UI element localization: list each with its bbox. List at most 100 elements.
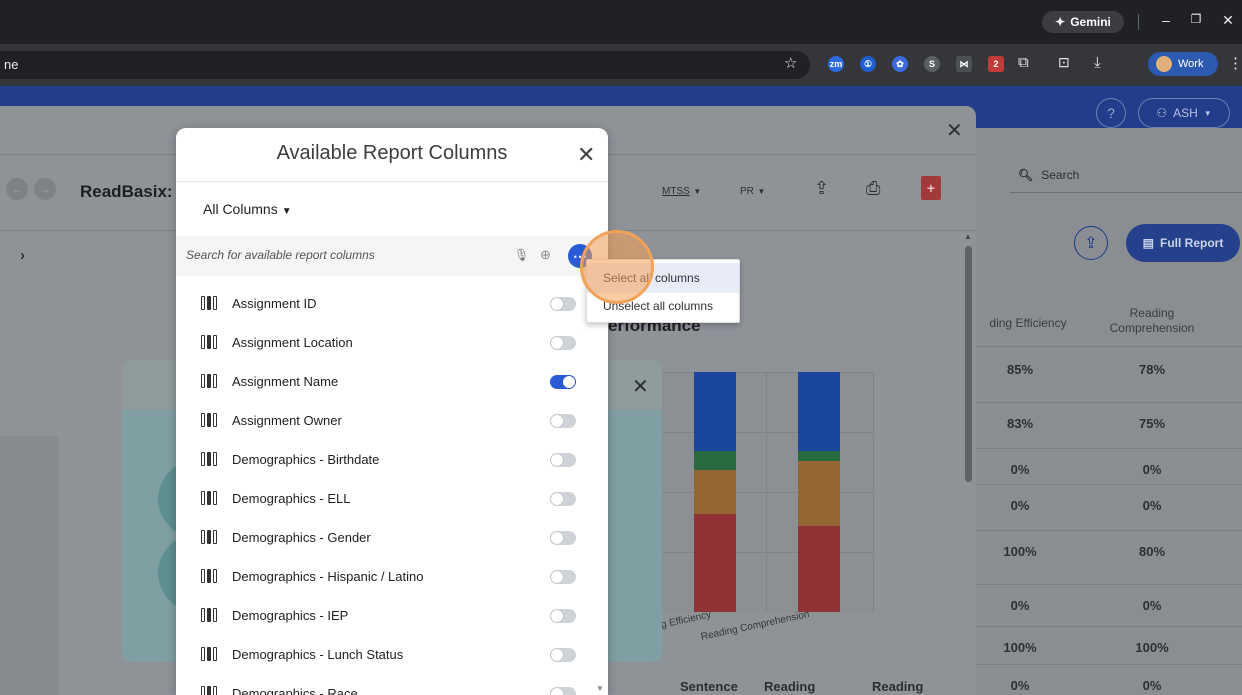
user-menu[interactable]: ⚇ ASH ▼ <box>1138 98 1230 128</box>
full-report-button[interactable]: ▤ Full Report <box>1126 224 1240 262</box>
bookmark-star-icon[interactable]: ☆ <box>784 54 797 72</box>
list-item[interactable]: Demographics - Gender <box>176 518 596 557</box>
download-icon[interactable]: ⤓ <box>1094 54 1101 71</box>
table-divider <box>976 530 1242 531</box>
column-header-comprehension: Reading Comprehension <box>1109 306 1195 335</box>
close-icon[interactable]: ✕ <box>577 142 595 168</box>
search-icon: 🔍︎ <box>1018 168 1034 182</box>
list-item[interactable]: Demographics - IEP <box>176 596 596 635</box>
column-toggle[interactable] <box>550 570 576 584</box>
extensions-puzzle-icon[interactable]: ⧉ <box>1018 54 1029 71</box>
column-toggle[interactable] <box>550 648 576 662</box>
zoom-extension-icon[interactable]: zm <box>828 56 844 72</box>
modal-title: Available Report Columns <box>276 142 508 164</box>
media-extension-icon[interactable]: ⋈ <box>956 56 972 72</box>
badge-extension-icon[interactable]: 2 <box>988 56 1004 72</box>
table-divider <box>976 626 1242 627</box>
list-item[interactable]: Demographics - Birthdate <box>176 440 596 479</box>
column-label: Demographics - Lunch Status <box>232 647 404 662</box>
list-item[interactable]: Demographics - Lunch Status <box>176 635 596 674</box>
toggle-knob <box>551 415 563 427</box>
column-toggle[interactable] <box>550 414 576 428</box>
columns-filter-dropdown[interactable]: All Columns ▼ <box>203 201 292 217</box>
scroll-up-icon[interactable]: ▲ <box>964 232 972 241</box>
column-toggle[interactable] <box>550 492 576 506</box>
full-report-label: Full Report <box>1160 236 1224 250</box>
table-cell: 100% <box>1135 640 1169 655</box>
back-arrow-icon[interactable]: ← <box>6 178 28 200</box>
browser-toolbar: ne <box>0 44 1242 86</box>
extension-icon[interactable]: ✿ <box>892 56 908 72</box>
table-divider <box>976 584 1242 585</box>
modal-divider <box>176 181 608 182</box>
column-toggle[interactable] <box>550 609 576 623</box>
table-cell: 0% <box>1142 678 1162 693</box>
column-label: Demographics - Birthdate <box>232 452 380 467</box>
pdf-export-icon[interactable]: + <box>921 176 941 200</box>
list-item[interactable]: Demographics - Hispanic / Latino <box>176 557 596 596</box>
column-toggle[interactable] <box>550 297 576 311</box>
table-cell: 0% <box>1010 678 1030 693</box>
column-search-input[interactable] <box>186 248 486 262</box>
list-item[interactable]: Assignment Location <box>176 323 596 362</box>
table-cell: 75% <box>1138 416 1166 431</box>
microphone-icon[interactable]: 🎙︎ <box>514 248 529 262</box>
list-item[interactable]: Assignment Owner <box>176 401 596 440</box>
scroll-down-icon[interactable]: ▼ <box>596 684 604 693</box>
search-field[interactable]: 🔍︎ Search <box>1018 168 1079 182</box>
list-item[interactable]: Demographics - Race <box>176 674 596 695</box>
column-header-efficiency: ding Efficiency <box>989 316 1067 330</box>
filter-label: All Columns <box>203 201 278 217</box>
share-button[interactable]: ⇪ <box>1074 226 1108 260</box>
table-cell: 83% <box>1006 416 1034 431</box>
globe-icon[interactable]: ⊕ <box>540 247 551 263</box>
close-icon[interactable]: ✕ <box>632 374 649 399</box>
search-placeholder: Search <box>1041 168 1080 182</box>
help-button[interactable]: ? <box>1096 98 1126 128</box>
table-cell: 0% <box>1010 498 1030 513</box>
s-extension-icon[interactable]: S <box>924 56 940 72</box>
bottom-column-header: Reading <box>872 679 924 694</box>
close-window-icon[interactable]: ✕ <box>1218 12 1238 29</box>
column-label: Demographics - Hispanic / Latino <box>232 569 424 584</box>
column-label: Demographics - IEP <box>232 608 349 623</box>
list-item[interactable]: Assignment ID <box>176 284 596 323</box>
column-toggle[interactable] <box>550 531 576 545</box>
browser-menu-icon[interactable]: ⋮ <box>1228 54 1242 72</box>
list-item[interactable]: Assignment Name <box>176 362 596 401</box>
table-cell: 85% <box>1006 362 1034 377</box>
bar-segment <box>694 372 736 452</box>
scrollbar-thumb[interactable] <box>965 246 972 482</box>
chevron-right-icon[interactable]: › <box>20 247 25 264</box>
forward-arrow-icon[interactable]: → <box>34 178 56 200</box>
column-toggle[interactable] <box>550 687 576 695</box>
column-toggle[interactable] <box>550 336 576 350</box>
select-all-columns-item[interactable]: Select all columns <box>587 263 739 293</box>
restore-icon[interactable]: ❐ <box>1186 12 1206 26</box>
bar-segment <box>798 525 840 612</box>
search-tab-icon[interactable]: ⊡ <box>1058 54 1070 71</box>
minimize-icon[interactable]: – <box>1156 12 1176 28</box>
columns-icon <box>201 569 217 583</box>
column-toggle[interactable] <box>550 375 576 389</box>
close-icon[interactable]: ✕ <box>946 118 963 143</box>
caret-down-icon: ▼ <box>281 206 292 217</box>
columns-icon <box>201 530 217 544</box>
bar-segment <box>798 372 840 452</box>
gemini-button[interactable]: ✦ Gemini <box>1042 11 1124 33</box>
unselect-all-columns-item[interactable]: Unselect all columns <box>587 291 739 321</box>
print-icon[interactable]: ⎙ <box>866 178 880 199</box>
upload-share-icon[interactable]: ⇪ <box>814 178 829 199</box>
mtss-dropdown[interactable]: MTSS ▼ <box>662 182 701 197</box>
password-extension-icon[interactable]: ① <box>860 56 876 72</box>
profile-button[interactable]: Work <box>1148 52 1218 76</box>
column-toggle[interactable] <box>550 453 576 467</box>
user-label: ASH <box>1173 106 1198 120</box>
toggle-knob <box>551 493 563 505</box>
list-item[interactable]: Demographics - ELL <box>176 479 596 518</box>
column-search-bar: 🎙︎ ⊕ ⋯ <box>176 236 608 276</box>
sparkle-icon: ✦ <box>1055 15 1066 29</box>
pr-dropdown[interactable]: PR ▼ <box>740 182 765 197</box>
table-divider <box>976 484 1242 485</box>
address-bar[interactable]: ne <box>0 51 810 79</box>
